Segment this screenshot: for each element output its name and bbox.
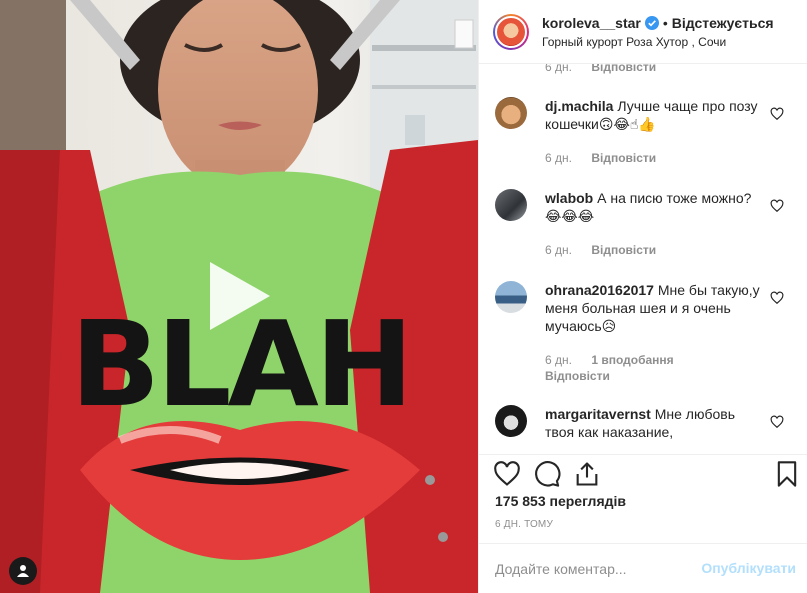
comment-bubble-icon[interactable] <box>533 460 561 488</box>
commenter-username[interactable]: margaritavernst <box>545 406 651 422</box>
author-line: koroleva__star • Відстежується <box>542 15 774 31</box>
author-username[interactable]: koroleva__star <box>542 15 641 31</box>
post-timestamp: 6 ДН. ТОМУ <box>495 519 554 530</box>
like-comment-heart-icon[interactable] <box>770 199 784 213</box>
commenter-username[interactable]: wlabob <box>545 190 593 206</box>
reply-button[interactable]: Відповісти <box>545 369 610 383</box>
location-link[interactable]: Горный курорт Роза Хутор , Сочи <box>542 35 726 49</box>
comments-list[interactable]: 6 дн. Відповісти dj.machila Лучше чаще п… <box>479 64 807 454</box>
heart-icon[interactable] <box>493 460 521 488</box>
reply-button[interactable]: Відповісти <box>591 64 656 74</box>
comment-time: 6 дн. <box>545 151 572 165</box>
like-comment-heart-icon[interactable] <box>770 415 784 429</box>
commenter-avatar[interactable] <box>495 405 527 437</box>
comment-time: 6 дн. <box>545 353 572 367</box>
comment-input[interactable] <box>495 558 695 580</box>
comment-likes-count[interactable]: 1 вподобання <box>591 353 673 367</box>
comment-text-block: wlabob А на писю тоже можно? 😂😂😂 <box>545 189 765 225</box>
play-button[interactable] <box>200 258 276 334</box>
tagged-users-button[interactable] <box>9 557 37 585</box>
post-comment-button[interactable]: Опублікувати <box>701 560 796 576</box>
separator-dot: • <box>662 15 668 31</box>
commenter-username[interactable]: ohrana20162017 <box>545 282 654 298</box>
commenter-avatar[interactable] <box>495 281 527 313</box>
comment-meta: 6 дн. Відповісти <box>545 243 656 257</box>
following-button[interactable]: Відстежується <box>672 15 774 31</box>
commenter-avatar[interactable] <box>495 189 527 221</box>
post-sidebar: koroleva__star • Відстежується Горный ку… <box>478 0 807 593</box>
commenter-username[interactable]: dj.machila <box>545 98 613 114</box>
like-comment-heart-icon[interactable] <box>770 291 784 305</box>
comment-text-block: dj.machila Лучше чаще про позу кошечки🙃😂… <box>545 97 765 133</box>
comment-time: 6 дн. <box>545 243 572 257</box>
reply-button[interactable]: Відповісти <box>591 151 656 165</box>
bookmark-icon[interactable] <box>773 460 801 488</box>
commenter-avatar[interactable] <box>495 97 527 129</box>
comment-text-block: ohrana20162017 Мне бы такую,у меня больн… <box>545 281 775 335</box>
verified-badge-icon <box>644 16 659 30</box>
add-comment-bar: Опублікувати <box>479 543 807 593</box>
author-avatar[interactable] <box>493 14 529 50</box>
post-header: koroleva__star • Відстежується Горный ку… <box>479 0 807 64</box>
comment-text-block: margaritavernst Мне любовь твоя как нака… <box>545 405 765 441</box>
video-player[interactable]: BLAH <box>0 0 478 593</box>
reply-button[interactable]: Відповісти <box>591 243 656 257</box>
comment-meta: 6 дн. Відповісти <box>545 151 656 165</box>
comment-time: 6 дн. <box>545 64 572 74</box>
comment-meta-partial: 6 дн. Відповісти <box>545 64 656 74</box>
share-icon[interactable] <box>573 460 601 488</box>
like-comment-heart-icon[interactable] <box>770 107 784 121</box>
play-icon <box>210 262 270 330</box>
view-count[interactable]: 175 853 переглядів <box>495 493 626 509</box>
post-actions: 175 853 переглядів 6 ДН. ТОМУ Опублікува… <box>479 454 807 593</box>
comment-meta: 6 дн. 1 вподобання <box>545 353 690 367</box>
person-icon <box>17 565 29 577</box>
